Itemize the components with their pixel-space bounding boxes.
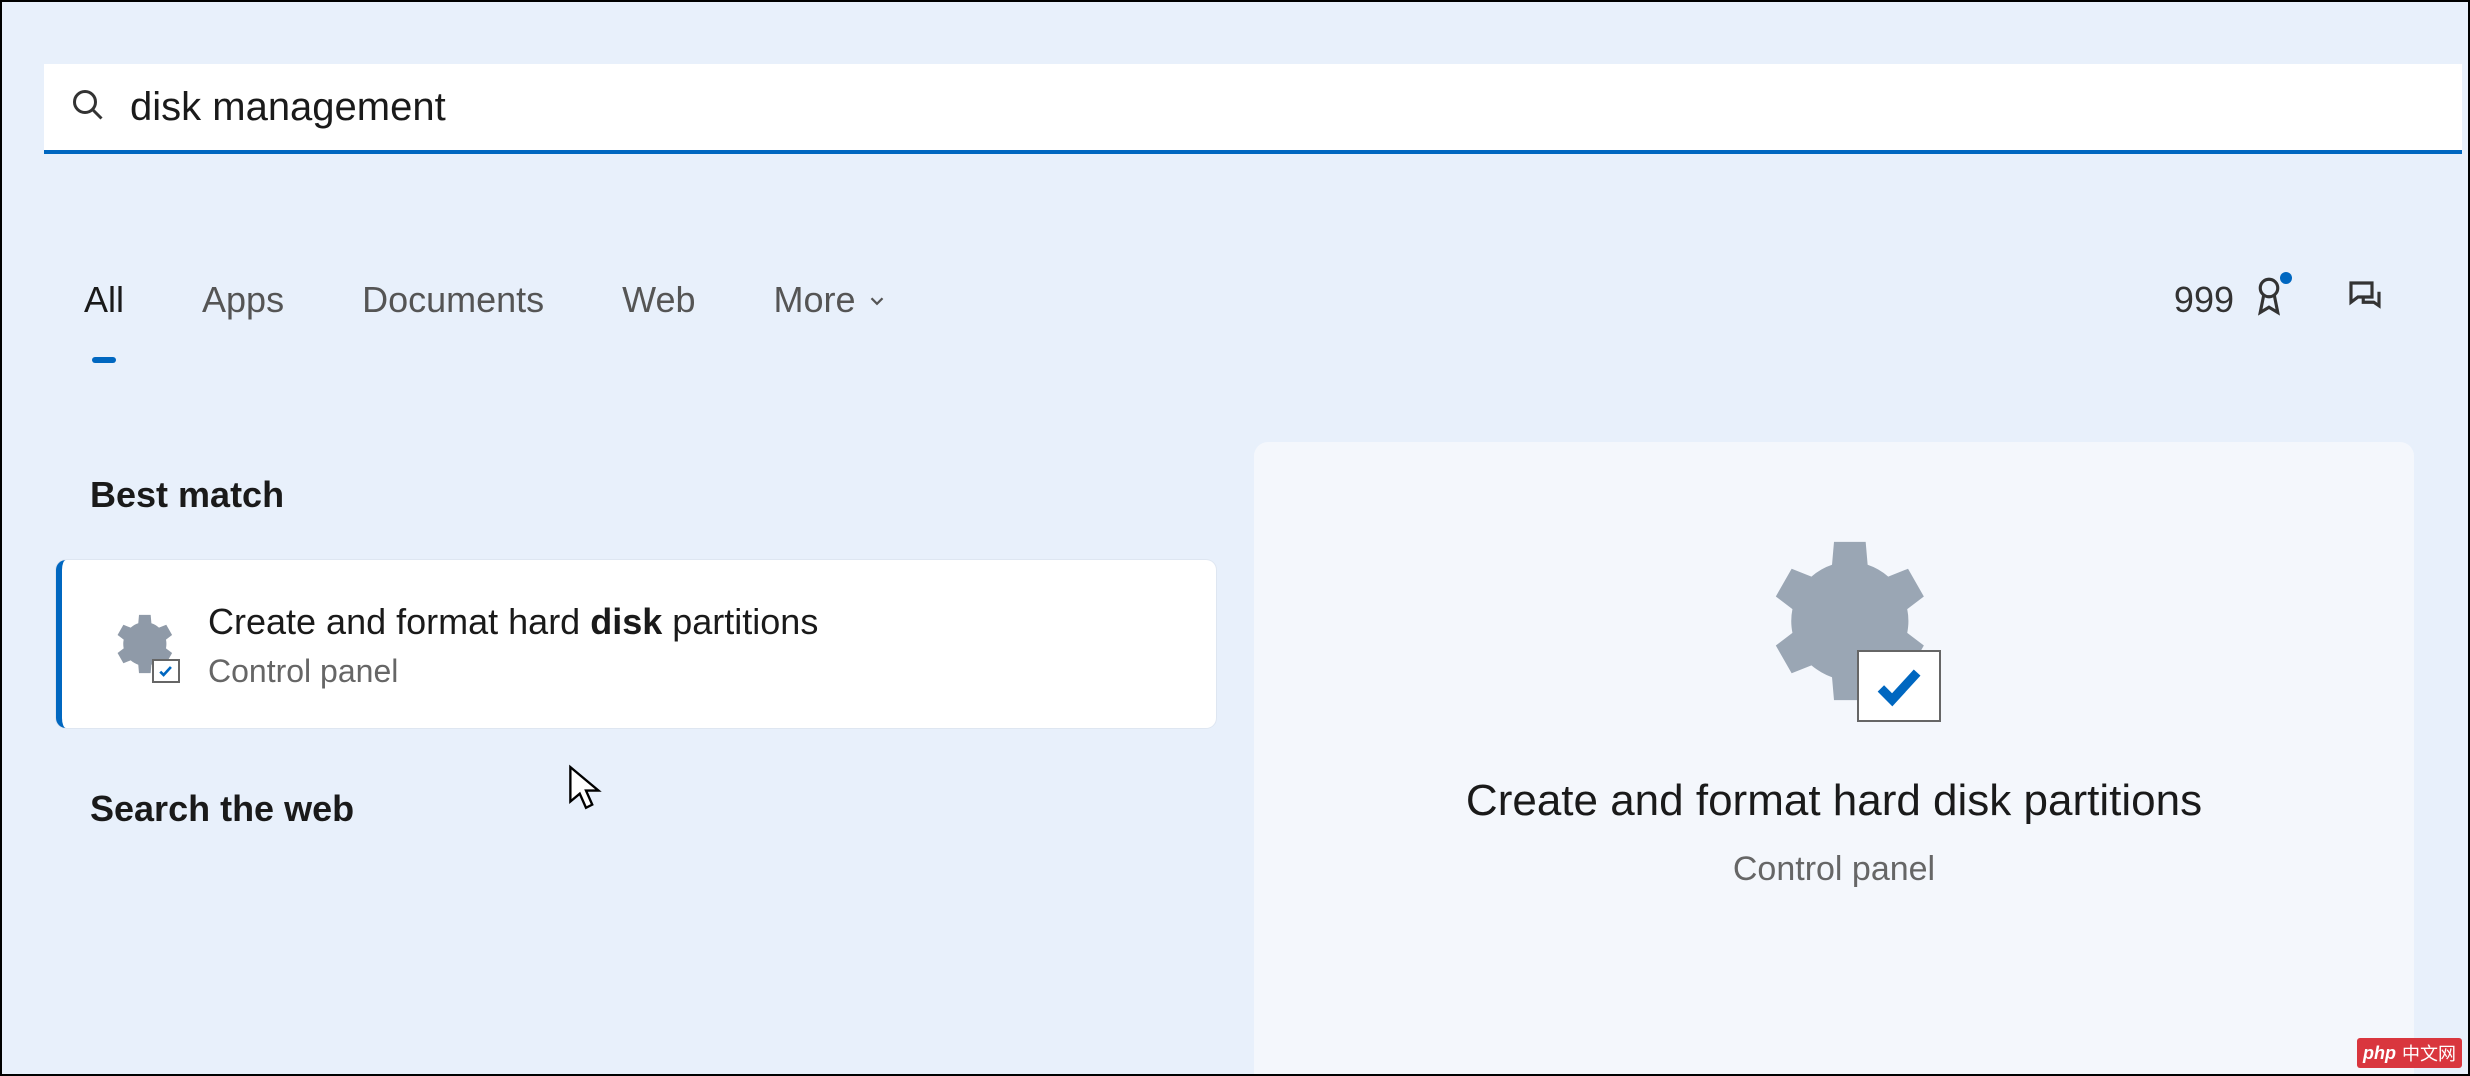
tab-apps[interactable]: Apps xyxy=(202,279,284,321)
gear-check-icon xyxy=(104,609,174,679)
search-input[interactable] xyxy=(130,85,2436,130)
tab-web[interactable]: Web xyxy=(622,279,695,321)
filter-tabs: All Apps Documents Web More 999 xyxy=(84,274,2386,325)
tab-more[interactable]: More xyxy=(774,279,888,321)
preview-title: Create and format hard disk partitions xyxy=(1466,776,2202,826)
section-best-match: Best match xyxy=(90,474,1216,516)
rewards-button[interactable]: 999 xyxy=(2174,274,2290,325)
tab-documents[interactable]: Documents xyxy=(362,279,544,321)
search-bar[interactable] xyxy=(44,64,2462,154)
preview-subtitle: Control panel xyxy=(1733,850,1935,889)
watermark: php中文网 xyxy=(2357,1038,2462,1068)
search-icon xyxy=(70,87,106,128)
check-icon xyxy=(152,659,180,683)
preview-panel: Create and format hard disk partitions C… xyxy=(1254,442,2414,1074)
rewards-medal-icon xyxy=(2248,274,2290,325)
gear-check-icon-large xyxy=(1739,526,1929,716)
chat-icon[interactable] xyxy=(2344,276,2386,323)
section-search-web: Search the web xyxy=(90,788,1216,830)
rewards-points: 999 xyxy=(2174,279,2234,321)
check-icon xyxy=(1857,650,1941,722)
result-title: Create and format hard disk partitions xyxy=(208,598,818,647)
results-column: Best match Create and format hard disk p… xyxy=(56,474,1216,874)
result-disk-partitions[interactable]: Create and format hard disk partitions C… xyxy=(56,560,1216,728)
result-subtitle: Control panel xyxy=(208,653,818,690)
tab-all[interactable]: All xyxy=(84,279,124,321)
chevron-down-icon xyxy=(866,279,888,321)
